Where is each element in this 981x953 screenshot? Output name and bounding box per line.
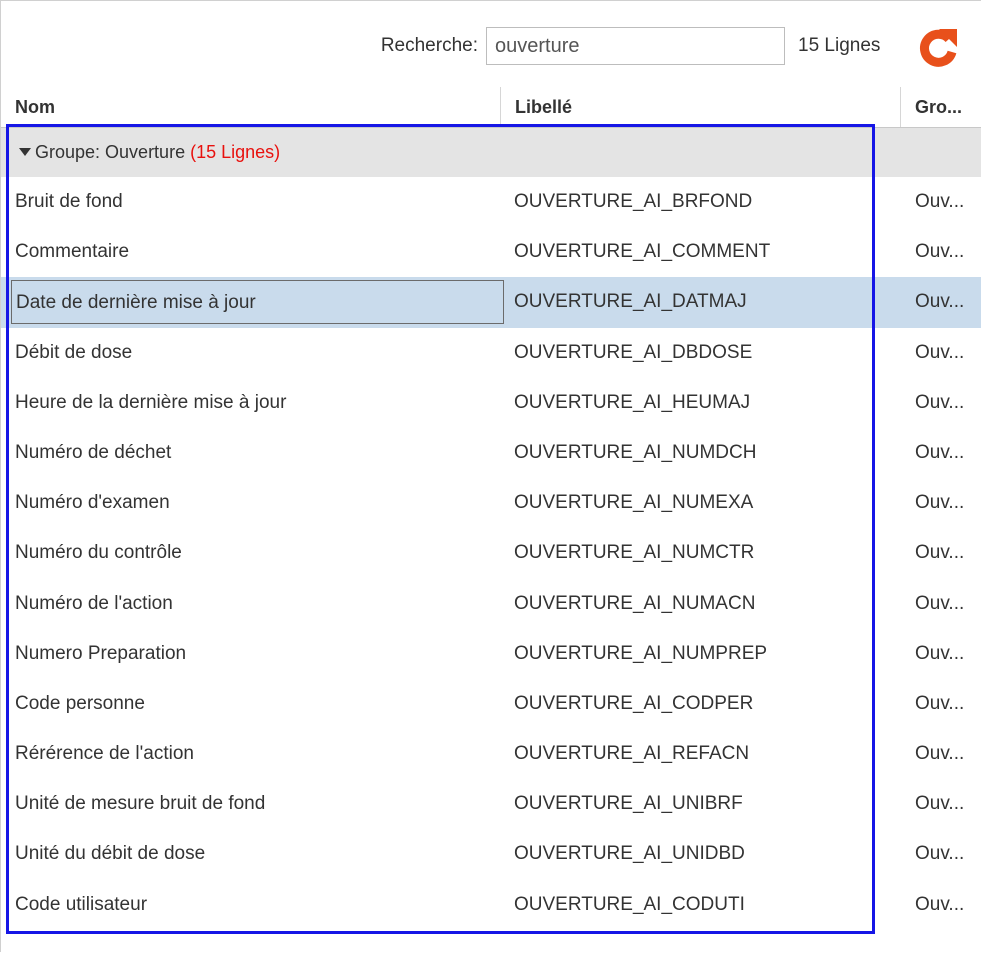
cell-libelle[interactable]: OUVERTURE_AI_CODUTI — [514, 880, 894, 930]
refresh-button[interactable] — [915, 25, 961, 71]
cell-libelle[interactable]: OUVERTURE_AI_NUMACN — [514, 579, 894, 629]
row-count: 15 Lignes — [798, 35, 881, 56]
column-header-nom[interactable]: Nom — [1, 87, 501, 127]
cell-nom[interactable]: Numéro de déchet — [15, 428, 501, 478]
cell-nom[interactable]: Date de dernière mise à jour — [11, 280, 504, 325]
cell-groupe[interactable]: Ouv... — [915, 679, 975, 729]
cell-groupe[interactable]: Ouv... — [915, 779, 975, 829]
table-row[interactable]: Code utilisateur OUVERTURE_AI_CODUTI Ouv..… — [1, 880, 981, 930]
cell-groupe[interactable]: Ouv... — [915, 729, 975, 779]
cell-groupe[interactable]: Ouv... — [915, 428, 975, 478]
cell-groupe[interactable]: Ouv... — [915, 528, 975, 578]
table-row[interactable]: Rérérence de l'action OUVERTURE_AI_REFACN… — [1, 729, 981, 779]
cell-libelle[interactable]: OUVERTURE_AI_UNIBRF — [514, 779, 894, 829]
cell-groupe[interactable]: Ouv... — [915, 177, 975, 227]
cell-nom[interactable]: Numéro d'examen — [15, 478, 501, 528]
cell-libelle[interactable]: OUVERTURE_AI_NUMEXA — [514, 478, 894, 528]
table-row[interactable]: Heure de la dernière mise à jour OUVERTUR… — [1, 378, 981, 428]
table-row[interactable]: Débit de dose OUVERTURE_AI_DBDOSE Ouv... — [1, 328, 981, 378]
cell-nom[interactable]: Unité du débit de dose — [15, 829, 501, 879]
cell-nom[interactable]: Unité de mesure bruit de fond — [15, 779, 501, 829]
cell-nom[interactable]: Code personne — [15, 679, 501, 729]
cell-libelle[interactable]: OUVERTURE_AI_BRFOND — [514, 177, 894, 227]
table-row[interactable]: Numéro du contrôle OUVERTURE_AI_NUMCTR Ouv… — [1, 528, 981, 578]
cell-groupe[interactable]: Ouv... — [915, 277, 975, 327]
table-row[interactable]: Bruit de fond OUVERTURE_AI_BRFOND Ouv... — [1, 177, 981, 227]
table-row[interactable]: Unité de mesure bruit de fond OUVERTURE_A… — [1, 779, 981, 829]
cell-libelle[interactable]: OUVERTURE_AI_CODPER — [514, 679, 894, 729]
caret-down-icon[interactable] — [19, 148, 31, 156]
table-row[interactable]: Unité du débit de dose OUVERTURE_AI_UNIDB… — [1, 829, 981, 879]
cell-libelle[interactable]: OUVERTURE_AI_NUMPREP — [514, 629, 894, 679]
cell-libelle[interactable]: OUVERTURE_AI_NUMCTR — [514, 528, 894, 578]
table-row[interactable]: Commentaire OUVERTURE_AI_COMMENT Ouv... — [1, 227, 981, 277]
column-header-row: Nom Libellé Gro... — [1, 87, 981, 128]
table-row[interactable]: Code personne OUVERTURE_AI_CODPER Ouv... — [1, 679, 981, 729]
cell-groupe[interactable]: Ouv... — [915, 629, 975, 679]
cell-libelle[interactable]: OUVERTURE_AI_REFACN — [514, 729, 894, 779]
cell-nom[interactable]: Numéro de l'action — [15, 579, 501, 629]
cell-groupe[interactable]: Ouv... — [915, 378, 975, 428]
cell-groupe[interactable]: Ouv... — [915, 328, 975, 378]
cell-libelle[interactable]: OUVERTURE_AI_UNIDBD — [514, 829, 894, 879]
cell-nom[interactable]: Rérérence de l'action — [15, 729, 501, 779]
column-header-libelle[interactable]: Libellé — [501, 87, 901, 127]
cell-nom[interactable]: Heure de la dernière mise à jour — [15, 378, 501, 428]
data-grid: Nom Libellé Gro... Groupe: Ouverture (15… — [1, 87, 981, 953]
cell-libelle[interactable]: OUVERTURE_AI_COMMENT — [514, 227, 894, 277]
grid-panel: Recherche: 15 Lignes Nom Libellé Gro... — [0, 0, 981, 952]
cell-libelle[interactable]: OUVERTURE_AI_HEUMAJ — [514, 378, 894, 428]
table-row[interactable]: Numéro de l'action OUVERTURE_AI_NUMACN Ouv… — [1, 579, 981, 629]
cell-nom[interactable]: Commentaire — [15, 227, 501, 277]
cell-libelle[interactable]: OUVERTURE_AI_DATMAJ — [514, 277, 894, 327]
refresh-icon — [920, 29, 957, 67]
search-label: Recherche: — [380, 35, 478, 56]
cell-groupe[interactable]: Ouv... — [915, 880, 975, 930]
group-label: Groupe: Ouverture — [35, 142, 186, 162]
cell-nom[interactable]: Numéro du contrôle — [15, 528, 501, 578]
cell-groupe[interactable]: Ouv... — [915, 579, 975, 629]
cell-libelle[interactable]: OUVERTURE_AI_NUMDCH — [514, 428, 894, 478]
group-count: (15 Lignes) — [190, 142, 281, 162]
cell-nom[interactable]: Bruit de fond — [15, 177, 501, 227]
toolbar: Recherche: 15 Lignes — [1, 1, 981, 87]
group-title: Groupe: Ouverture (15 Lignes) — [35, 128, 280, 177]
cell-nom[interactable]: Code utilisateur — [15, 880, 501, 930]
cell-groupe[interactable]: Ouv... — [915, 478, 975, 528]
cell-nom[interactable]: Débit de dose — [15, 328, 501, 378]
table-row[interactable]: Date de dernière mise à jour OUVERTURE_AI… — [1, 277, 981, 328]
search-input[interactable] — [486, 27, 785, 65]
grid-rows: Bruit de fond OUVERTURE_AI_BRFOND Ouv... Co… — [1, 177, 981, 930]
cell-nom[interactable]: Numero Preparation — [15, 629, 501, 679]
cell-groupe[interactable]: Ouv... — [915, 227, 975, 277]
cell-libelle[interactable]: OUVERTURE_AI_DBDOSE — [514, 328, 894, 378]
group-header-row[interactable]: Groupe: Ouverture (15 Lignes) — [1, 128, 981, 177]
table-row[interactable]: Numéro de déchet OUVERTURE_AI_NUMDCH Ouv..… — [1, 428, 981, 478]
table-row[interactable]: Numero Preparation OUVERTURE_AI_NUMPREP Ou… — [1, 629, 981, 679]
column-header-groupe[interactable]: Gro... — [901, 87, 981, 127]
table-row[interactable]: Numéro d'examen OUVERTURE_AI_NUMEXA Ouv... — [1, 478, 981, 528]
cell-groupe[interactable]: Ouv... — [915, 829, 975, 879]
